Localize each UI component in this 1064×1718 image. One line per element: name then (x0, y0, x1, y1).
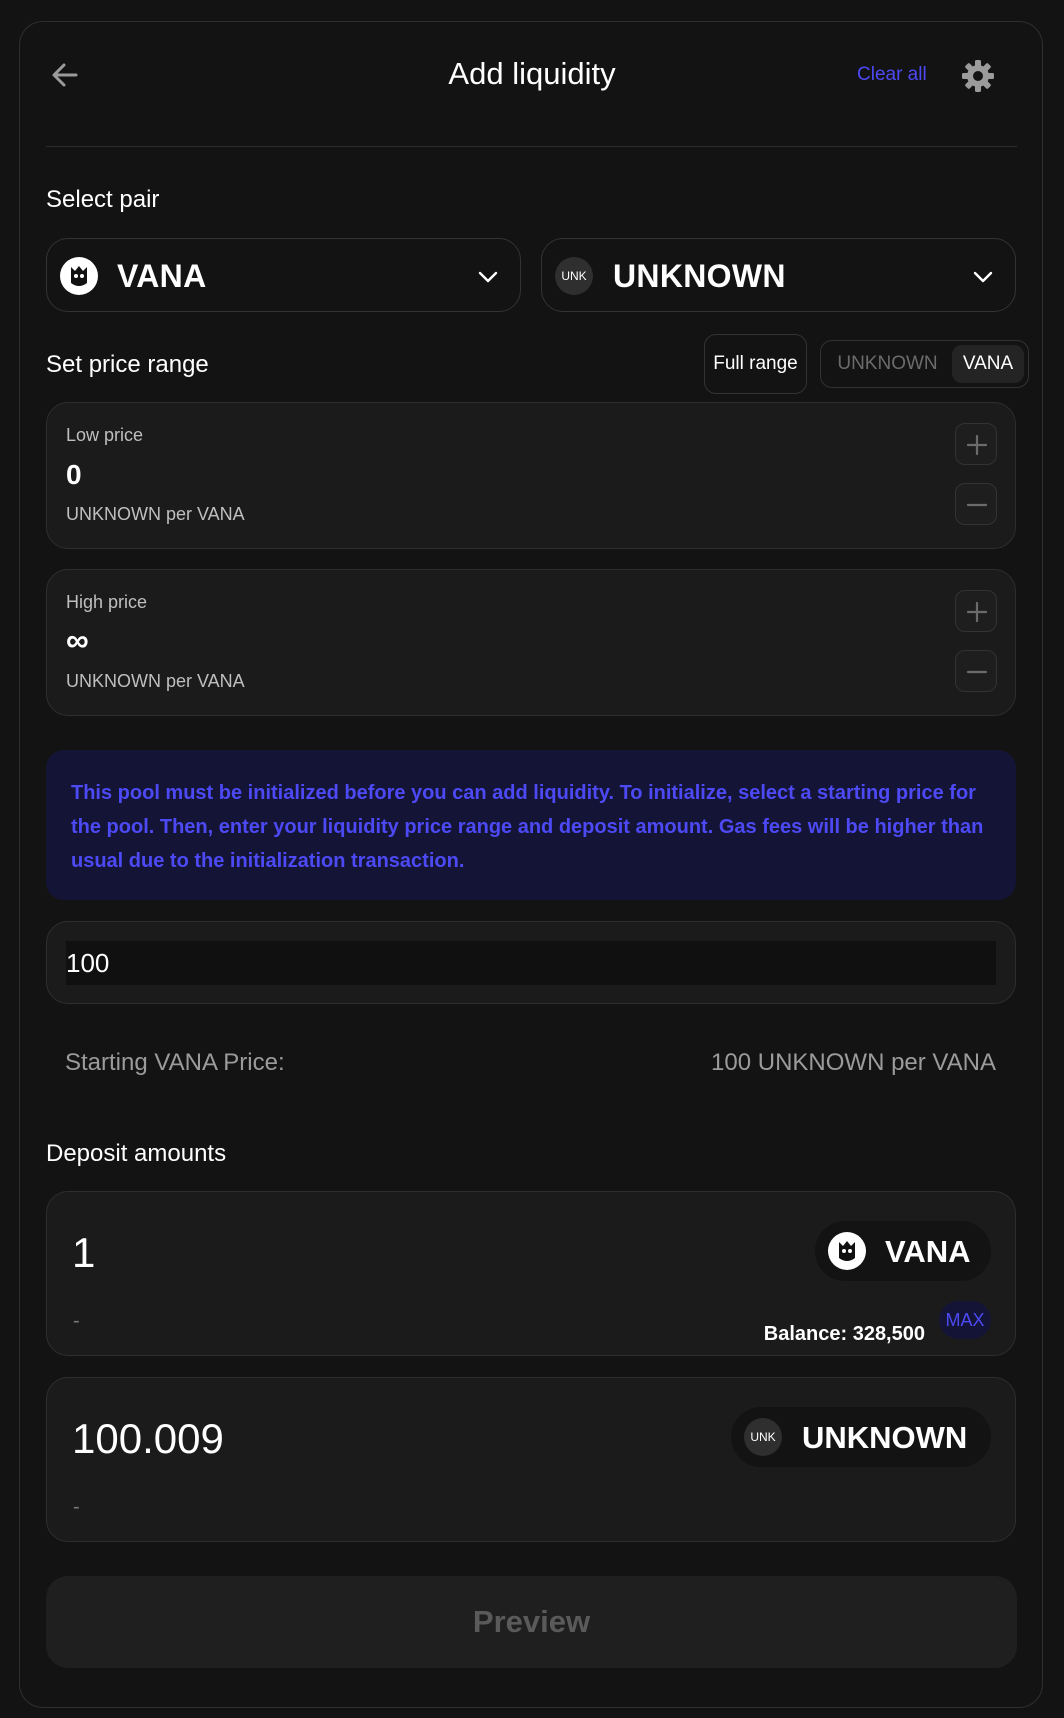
max-button[interactable]: MAX (939, 1301, 991, 1339)
token-a-symbol: VANA (117, 258, 207, 294)
chevron-down-icon (973, 271, 993, 283)
denom-option-vana[interactable]: VANA (952, 345, 1024, 383)
deposit-token-b-usd: - (73, 1496, 80, 1518)
increment-plus-icon[interactable] (955, 423, 997, 465)
decrement-minus-icon[interactable] (955, 483, 997, 525)
header-divider (46, 146, 1017, 147)
starting-price-input[interactable] (66, 941, 996, 985)
vana-logo-icon (60, 257, 98, 295)
vana-logo-icon (828, 1232, 866, 1270)
low-price-unit: UNKNOWN per VANA (66, 504, 245, 524)
denom-option-unknown[interactable]: UNKNOWN (825, 345, 950, 383)
full-range-button[interactable]: Full range (704, 334, 807, 394)
deposit-token-a-usd: - (73, 1310, 80, 1332)
set-price-range-label: Set price range (46, 351, 209, 378)
unknown-token-icon: UNK (555, 257, 593, 295)
balance-text: Balance: 328,500 (763, 1323, 925, 1345)
high-price-label: High price (66, 592, 148, 612)
starting-price-label: Starting VANA Price: (65, 1049, 285, 1076)
deposit-token-a-symbol: VANA (885, 1234, 971, 1269)
low-price-label: Low price (66, 425, 144, 445)
deposit-token-b-box: - UNK UNKNOWN (46, 1377, 1016, 1542)
low-price-value[interactable]: 0 (66, 459, 82, 491)
deposit-amounts-label: Deposit amounts (46, 1140, 227, 1167)
chevron-down-icon (478, 271, 498, 283)
clear-all-button[interactable]: Clear all (857, 64, 927, 86)
page-title: Add liquidity (448, 56, 616, 91)
unknown-token-icon: UNK (744, 1418, 782, 1456)
deposit-token-a-pill[interactable]: VANA (815, 1221, 991, 1281)
deposit-token-b-symbol: UNKNOWN (802, 1420, 968, 1455)
initialization-notice: This pool must be initialized before you… (46, 750, 1016, 900)
deposit-token-b-pill[interactable]: UNK UNKNOWN (731, 1407, 991, 1467)
starting-price-box (46, 921, 1016, 1004)
high-price-box: High price ∞ UNKNOWN per VANA (46, 569, 1016, 716)
high-price-value[interactable]: ∞ (66, 622, 89, 659)
denomination-toggle: UNKNOWN VANA (820, 340, 1029, 388)
deposit-token-a-amount[interactable] (72, 1229, 572, 1277)
high-price-unit: UNKNOWN per VANA (66, 671, 245, 691)
token-b-symbol: UNKNOWN (613, 258, 786, 294)
starting-price-value: 100 UNKNOWN per VANA (711, 1049, 996, 1076)
deposit-token-a-box: - VANA Balance: 328,500 MAX (46, 1191, 1016, 1356)
token-b-selector[interactable]: UNK UNKNOWN (541, 238, 1016, 312)
settings-gear-icon[interactable] (960, 58, 996, 94)
decrement-minus-icon[interactable] (955, 650, 997, 692)
preview-button[interactable]: Preview (46, 1576, 1017, 1668)
low-price-box: Low price 0 UNKNOWN per VANA (46, 402, 1016, 549)
back-arrow-icon[interactable] (48, 58, 82, 92)
select-pair-label: Select pair (46, 186, 160, 213)
token-a-selector[interactable]: VANA (46, 238, 521, 312)
increment-plus-icon[interactable] (955, 590, 997, 632)
deposit-token-b-amount[interactable] (72, 1415, 572, 1463)
